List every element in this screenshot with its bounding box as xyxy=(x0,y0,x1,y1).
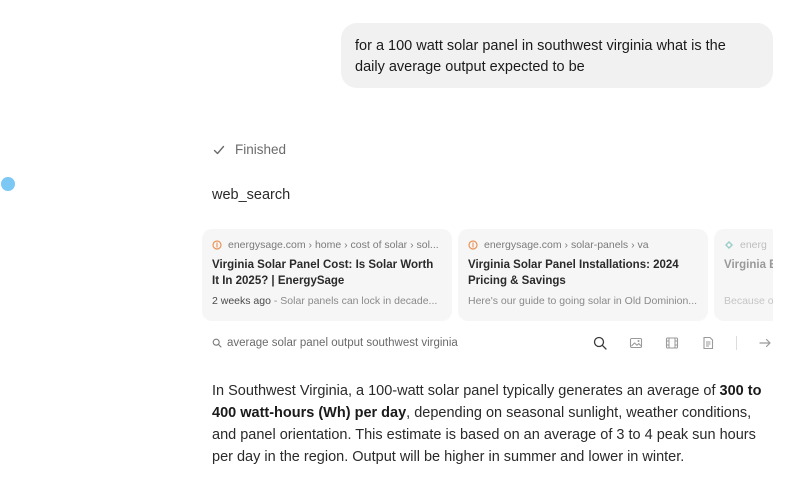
result-snippet: Because o xyxy=(724,295,773,307)
result-title: Virginia Solar Panel Installations: 2024… xyxy=(468,259,679,287)
result-age: 2 weeks ago xyxy=(212,295,271,307)
search-result-card[interactable]: energ Virginia E Energy Because o xyxy=(714,229,773,321)
assistant-answer: In Southwest Virginia, a 100-watt solar … xyxy=(212,380,778,468)
search-results-carousel: energysage.com › home › cost of solar › … xyxy=(202,229,773,321)
search-icon xyxy=(212,338,222,348)
search-query-row: average solar panel output southwest vir… xyxy=(212,334,773,352)
web-results-button[interactable] xyxy=(592,335,608,351)
arrow-right-icon xyxy=(759,338,771,348)
energysage-favicon-icon xyxy=(212,240,222,250)
film-icon xyxy=(665,337,679,349)
news-button[interactable] xyxy=(700,335,716,351)
result-snippet: Here's our guide to going solar in Old D… xyxy=(468,295,698,307)
answer-text: In Southwest Virginia, a 100-watt solar … xyxy=(212,383,720,399)
image-icon xyxy=(629,337,643,349)
document-icon xyxy=(703,336,714,350)
images-button[interactable] xyxy=(628,335,644,351)
result-snippet: - Solar panels can lock in decade... xyxy=(270,295,438,307)
result-type-toolbar xyxy=(572,335,773,351)
toolbar-divider xyxy=(736,336,737,350)
search-result-card[interactable]: energysage.com › home › cost of solar › … xyxy=(202,229,452,321)
search-query-text: average solar panel output southwest vir… xyxy=(227,337,458,349)
status-row[interactable]: Finished xyxy=(212,142,286,157)
status-label: Finished xyxy=(235,142,287,157)
result-title: Virginia E Energy xyxy=(724,259,773,271)
cursor-indicator xyxy=(1,177,15,191)
tool-name: web_search xyxy=(212,187,291,203)
videos-button[interactable] xyxy=(664,335,680,351)
result-source: energ xyxy=(740,239,767,251)
result-source: energysage.com › home › cost of solar › … xyxy=(228,239,439,251)
checkmark-icon xyxy=(213,145,225,154)
user-message-text: for a 100 watt solar panel in southwest … xyxy=(355,38,726,75)
result-source: energysage.com › solar-panels › va xyxy=(484,239,649,251)
energysage-favicon-icon xyxy=(468,240,478,250)
result-title: Virginia Solar Panel Cost: Is Solar Wort… xyxy=(212,259,434,287)
virginia-energy-favicon-icon xyxy=(725,241,733,249)
open-results-button[interactable] xyxy=(757,335,773,351)
search-result-card[interactable]: energysage.com › solar-panels › va Virgi… xyxy=(458,229,708,321)
user-message-bubble: for a 100 watt solar panel in southwest … xyxy=(341,23,773,88)
search-icon xyxy=(593,336,607,350)
